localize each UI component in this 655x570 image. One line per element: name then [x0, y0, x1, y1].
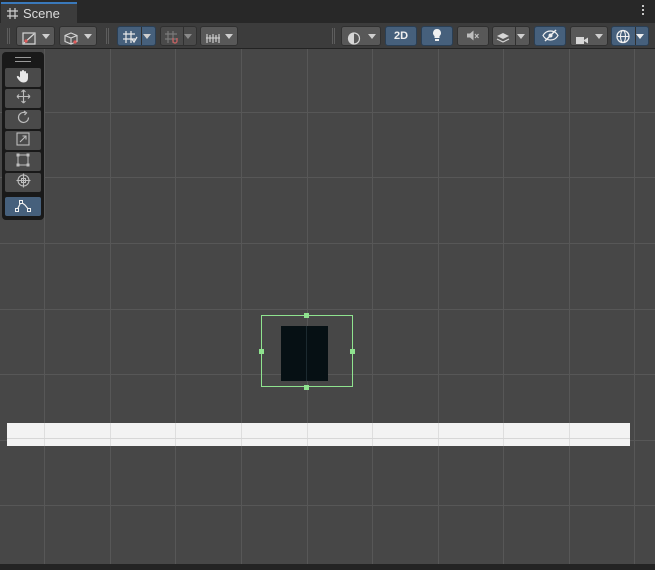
grid-icon	[122, 29, 138, 48]
grid-line	[241, 49, 242, 564]
audio-toggle[interactable]	[457, 26, 489, 46]
ruler-icon	[205, 30, 221, 49]
move-arrows-icon	[16, 89, 31, 108]
gizmo-globe-icon	[615, 29, 631, 48]
move-tool[interactable]	[5, 89, 41, 108]
rotate-icon	[16, 110, 31, 129]
rect-transform-icon	[16, 152, 30, 171]
scene-grid-icon	[7, 8, 18, 19]
toolbar-grip	[7, 28, 10, 44]
sphere-icon	[347, 30, 361, 49]
custom-editor-tool[interactable]	[5, 197, 41, 216]
scale-tool[interactable]	[5, 131, 41, 150]
grid-line	[0, 309, 655, 310]
tools-overlay	[2, 52, 44, 220]
hand-tool[interactable]	[5, 68, 41, 87]
rect-tool[interactable]	[5, 152, 41, 171]
overlay-drag-handle[interactable]	[15, 57, 31, 62]
camera-icon	[575, 31, 589, 50]
object-mode-dropdown[interactable]	[59, 26, 97, 46]
scene-toolbar: 2D	[0, 23, 655, 49]
grid-line	[110, 49, 111, 564]
grid-line	[0, 112, 655, 113]
selection-bounds[interactable]	[261, 315, 353, 387]
tab-bar: Scene	[0, 0, 655, 23]
chevron-down-icon	[143, 34, 151, 39]
scene-viewport[interactable]	[0, 49, 655, 564]
grid-line	[175, 49, 176, 564]
tab-label: Scene	[23, 6, 60, 21]
cube-icon	[64, 30, 79, 49]
grid-line	[634, 49, 635, 564]
resize-handle-bottom[interactable]	[304, 385, 309, 390]
resize-handle-right[interactable]	[350, 349, 355, 354]
increment-snap-dropdown[interactable]	[200, 26, 238, 46]
grid-line	[0, 243, 655, 244]
tab-scene[interactable]: Scene	[1, 2, 77, 23]
resize-handle-left[interactable]	[259, 349, 264, 354]
render-mode-dropdown[interactable]	[341, 26, 381, 46]
resize-handle-top[interactable]	[304, 313, 309, 318]
effects-dropdown[interactable]	[492, 26, 530, 46]
kebab-menu-icon[interactable]	[641, 5, 645, 19]
hand-icon	[16, 68, 30, 87]
chevron-down-icon	[368, 34, 376, 39]
chevron-down-icon	[636, 34, 644, 39]
snap-grid-icon	[164, 29, 180, 48]
scale-icon	[16, 131, 30, 150]
toggle-2d-label: 2D	[393, 30, 409, 42]
grid-snapping-toggle[interactable]	[160, 26, 197, 46]
gizmos-dropdown[interactable]	[611, 26, 649, 46]
grid-visibility-toggle[interactable]	[117, 26, 156, 46]
shaded-draw-mode-icon	[22, 30, 36, 49]
chevron-down-icon	[84, 34, 92, 39]
speaker-muted-icon	[466, 27, 480, 46]
chevron-down-icon	[225, 34, 233, 39]
bone-tool-icon	[15, 197, 31, 216]
transform-tool[interactable]	[5, 173, 41, 192]
ground-sprite[interactable]	[7, 423, 630, 446]
eye-slash-icon	[541, 27, 559, 46]
grid-line	[372, 49, 373, 564]
grid-line	[569, 49, 570, 564]
chevron-down-icon	[517, 34, 525, 39]
scene-window: Scene 2D	[0, 0, 655, 570]
scene-visibility-toggle[interactable]	[534, 26, 566, 46]
grid-line	[307, 49, 308, 564]
layers-icon	[496, 30, 511, 49]
chevron-down-icon	[595, 34, 603, 39]
toggle-2d-button[interactable]: 2D	[385, 26, 417, 46]
lighting-toggle[interactable]	[421, 26, 453, 46]
chevron-down-icon	[184, 34, 192, 39]
rotate-tool[interactable]	[5, 110, 41, 129]
grid-line	[0, 505, 655, 506]
grid-line	[44, 49, 45, 564]
grid-line	[438, 49, 439, 564]
toolbar-grip	[332, 28, 335, 44]
window-bottom-edge	[0, 564, 655, 570]
transform-icon	[16, 173, 31, 192]
toolbar-grip	[106, 28, 109, 44]
camera-settings-dropdown[interactable]	[570, 26, 608, 46]
grid-line	[0, 177, 655, 178]
chevron-down-icon	[42, 34, 50, 39]
grid-line	[503, 49, 504, 564]
draw-mode-dropdown[interactable]	[16, 26, 55, 46]
lightbulb-icon	[431, 27, 443, 46]
